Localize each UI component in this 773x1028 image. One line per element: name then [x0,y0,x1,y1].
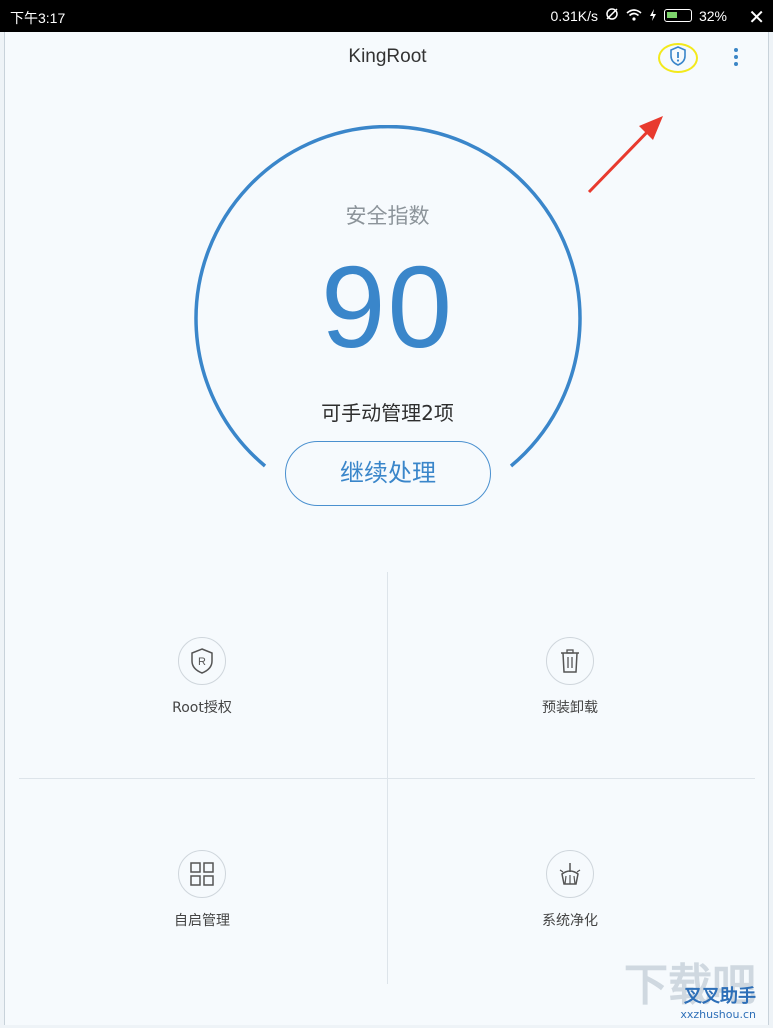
broom-icon [546,850,594,898]
score-label: 安全指数 [345,204,430,228]
tile-autostart-manage[interactable]: 自启管理 [102,850,302,930]
tile-label: 预装卸载 [542,700,598,716]
shield-alert-icon [669,46,687,70]
battery-level: 32% [698,7,727,24]
manage-items-text: 可手动管理2项 [321,401,454,425]
status-time: 下午3:17 [10,10,66,26]
grid-icon [178,850,226,898]
wifi-icon [626,8,642,24]
tile-root-auth[interactable]: R Root授权 [102,637,302,717]
shield-r-icon: R [178,637,226,685]
app-title: KingRoot [348,46,427,67]
tile-label: 自启管理 [174,913,230,929]
security-score: 90 [320,242,455,372]
trash-icon [546,637,594,685]
close-icon[interactable]: ✕ [748,5,765,30]
status-indicators: 0.31K/s 32% [550,7,727,24]
charging-icon [649,8,657,24]
shield-alert-button[interactable] [658,43,698,73]
network-speed: 0.31K/s [550,7,598,24]
tile-preinstall-uninstall[interactable]: 预装卸载 [470,637,670,717]
status-bar: 下午3:17 0.31K/s 32% ✕ [0,0,773,32]
more-menu-icon[interactable] [727,46,745,68]
svg-text:R: R [198,656,206,668]
watermark: 下载吧 叉叉助手 xxzhushou.cn [624,964,756,1022]
grid-divider-horizontal [19,778,755,779]
continue-button[interactable]: 继续处理 [285,441,491,506]
tile-label: Root授权 [172,700,232,716]
app-window: KingRoot 安全指数 90 可手动管理2项 继续处理 R Root授权 预… [4,32,769,1025]
annotation-arrow-icon [587,116,663,194]
tile-system-clean[interactable]: 系统净化 [470,850,670,930]
alarm-icon [605,7,619,24]
battery-icon [663,9,692,22]
tile-label: 系统净化 [542,913,598,929]
